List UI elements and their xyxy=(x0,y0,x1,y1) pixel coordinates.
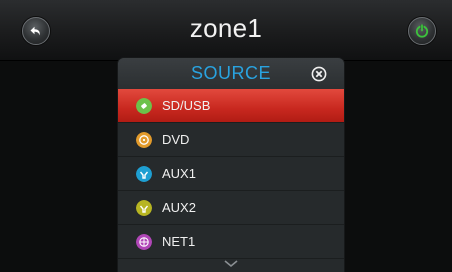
source-item-label: AUX1 xyxy=(162,166,196,181)
chevron-down-icon[interactable] xyxy=(222,259,240,269)
source-item-aux2[interactable]: AUX2 xyxy=(118,191,344,225)
page-title: zone1 xyxy=(189,13,263,43)
source-item-net1[interactable]: NET1 xyxy=(118,225,344,259)
disc-icon xyxy=(136,132,152,148)
source-item-sd-usb[interactable]: SD/USB xyxy=(118,89,344,123)
source-menu-header: SOURCE xyxy=(118,58,344,90)
network-icon xyxy=(136,234,152,250)
source-item-dvd[interactable]: DVD xyxy=(118,123,344,157)
power-icon xyxy=(415,24,429,38)
power-button[interactable] xyxy=(408,17,436,45)
source-item-label: DVD xyxy=(162,132,190,147)
close-icon[interactable] xyxy=(311,66,327,82)
usb-icon xyxy=(136,98,152,114)
aux-plug-icon xyxy=(136,166,152,182)
top-bar: zone1 xyxy=(0,0,452,61)
source-menu: SOURCE SD/USB DVD AUX1 AUX2 NET1 xyxy=(118,58,344,272)
source-item-aux1[interactable]: AUX1 xyxy=(118,157,344,191)
source-item-label: NET1 xyxy=(162,234,196,249)
aux-plug-icon xyxy=(136,200,152,216)
source-item-label: AUX2 xyxy=(162,200,196,215)
source-item-label: SD/USB xyxy=(162,98,211,113)
